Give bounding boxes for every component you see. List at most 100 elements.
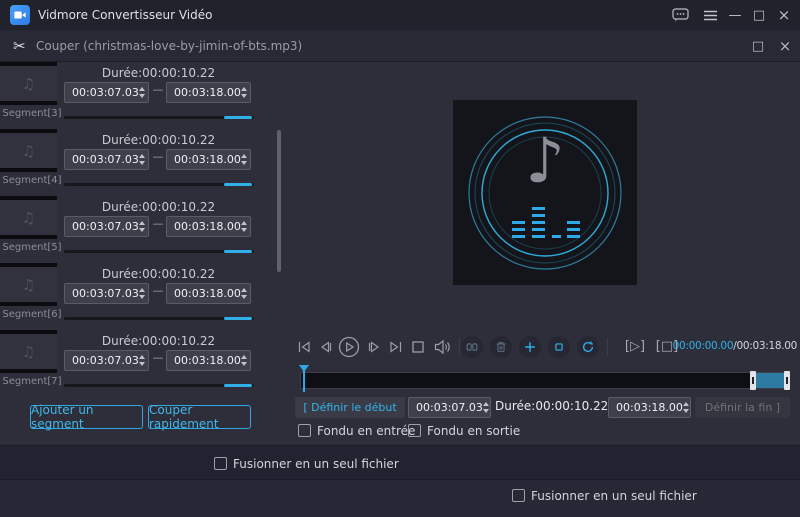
split-button[interactable] xyxy=(461,336,483,358)
spinner-icon[interactable] xyxy=(682,402,689,413)
equalizer-bar xyxy=(532,207,545,210)
range-dash: — xyxy=(152,284,164,297)
segment-end-input[interactable]: 00:03:18.00 xyxy=(166,283,251,304)
copy-segment-button[interactable] xyxy=(548,336,570,358)
quick-cut-button[interactable]: Couper rapidement xyxy=(148,403,251,431)
set-start-button[interactable]: [ Définir le début xyxy=(295,397,405,418)
spinner-icon[interactable] xyxy=(240,221,247,232)
segment-duration: Durée:00:00:10.22 xyxy=(101,133,216,147)
segment-label: Segment[7] xyxy=(2,376,62,387)
fade-in-checkbox[interactable] xyxy=(298,424,311,437)
segment-thumbnail[interactable]: ♫ xyxy=(0,129,57,172)
segment-row: ♫ Segment[7] Durée:00:00:10.22 00:03:07.… xyxy=(0,330,285,397)
segment-start-input[interactable]: 00:03:07.03 xyxy=(64,283,149,304)
add-segment-icon-button[interactable] xyxy=(519,336,541,358)
volume-icon[interactable] xyxy=(434,339,452,355)
spinner-icon[interactable] xyxy=(138,154,145,165)
spinner-icon[interactable] xyxy=(240,355,247,366)
total-time: /00:03:18.00 xyxy=(733,340,797,352)
play-segment-button[interactable]: [▷] xyxy=(622,338,648,356)
spinner-icon[interactable] xyxy=(138,355,145,366)
segment-end-input[interactable]: 00:03:18.00 xyxy=(166,350,251,371)
add-segment-button[interactable]: Ajouter un segment xyxy=(30,403,143,431)
trim-duration-label: Durée:00:00:10.22 xyxy=(495,399,609,413)
skip-start-icon[interactable] xyxy=(296,339,312,355)
segment-label: Segment[6] xyxy=(2,309,62,320)
trim-end-input[interactable]: 00:03:18.00 xyxy=(608,397,691,418)
skip-end-icon[interactable] xyxy=(388,339,404,355)
segment-duration: Durée:00:00:10.22 xyxy=(101,200,216,214)
segment-label: Segment[3] xyxy=(2,108,62,119)
timeline-track[interactable] xyxy=(300,372,790,389)
spinner-icon[interactable] xyxy=(240,288,247,299)
segment-start-input[interactable]: 00:03:07.03 xyxy=(64,350,149,371)
segment-thumbnail[interactable]: ♫ xyxy=(0,330,57,373)
segment-start-input[interactable]: 00:03:07.03 xyxy=(64,149,149,170)
equalizer-bar xyxy=(567,235,580,238)
range-dash: — xyxy=(152,83,164,96)
play-button[interactable] xyxy=(338,336,360,358)
menu-icon[interactable] xyxy=(698,0,722,30)
merge-checkbox[interactable] xyxy=(214,457,227,470)
segment-range-slider[interactable] xyxy=(64,250,254,253)
feedback-icon[interactable] xyxy=(668,0,692,30)
dialog-maximize-button[interactable]: □ xyxy=(746,30,770,62)
step-back-icon[interactable] xyxy=(318,339,334,355)
delete-segment-button[interactable] xyxy=(490,336,512,358)
music-note-icon: ♫ xyxy=(21,275,36,294)
segment-range-slider[interactable] xyxy=(64,183,254,186)
merge-label: Fusionner en un seul fichier xyxy=(233,457,399,471)
spinner-icon[interactable] xyxy=(240,154,247,165)
close-button[interactable]: × xyxy=(772,0,796,30)
equalizer-bar xyxy=(532,235,545,238)
set-end-button[interactable]: Définir la fin ] xyxy=(695,397,790,418)
audio-preview: ♪ xyxy=(453,100,637,285)
equalizer-bar xyxy=(512,235,525,238)
reset-button[interactable] xyxy=(577,336,599,358)
segment-thumbnail[interactable]: ♫ xyxy=(0,62,57,105)
segments-scrollbar[interactable] xyxy=(277,130,281,272)
spinner-icon[interactable] xyxy=(138,288,145,299)
fade-in-label: Fondu en entrée xyxy=(317,424,416,438)
divider xyxy=(607,338,608,356)
segment-range-slider[interactable] xyxy=(64,384,254,387)
range-dash: — xyxy=(152,351,164,364)
spinner-icon[interactable] xyxy=(482,402,489,413)
segment-range-slider[interactable] xyxy=(64,317,254,320)
maximize-button[interactable]: □ xyxy=(748,0,770,30)
segment-start-input[interactable]: 00:03:07.03 xyxy=(64,216,149,237)
footer-merge-checkbox[interactable] xyxy=(512,489,525,502)
spinner-icon[interactable] xyxy=(138,87,145,98)
selection-end-handle[interactable] xyxy=(784,371,790,390)
equalizer-bar xyxy=(567,221,580,224)
playhead-line[interactable] xyxy=(303,370,305,392)
timeline-selection[interactable] xyxy=(756,373,784,388)
segment-end-input[interactable]: 00:03:18.00 xyxy=(166,216,251,237)
music-note-icon: ♫ xyxy=(21,208,36,227)
title-bar: Vidmore Convertisseur Vidéo — □ × xyxy=(0,0,800,30)
dialog-close-button[interactable]: × xyxy=(773,30,797,62)
trim-start-input[interactable]: 00:03:07.03 xyxy=(408,397,491,418)
segment-start-input[interactable]: 00:03:07.03 xyxy=(64,82,149,103)
segment-thumbnail[interactable]: ♫ xyxy=(0,196,57,239)
step-forward-icon[interactable] xyxy=(366,339,382,355)
app-logo-icon xyxy=(10,5,30,25)
spinner-icon[interactable] xyxy=(138,221,145,232)
stop-icon[interactable] xyxy=(412,341,424,353)
range-dash: — xyxy=(152,150,164,163)
segment-thumbnail[interactable]: ♫ xyxy=(0,263,57,306)
segment-end-input[interactable]: 00:03:18.00 xyxy=(166,149,251,170)
segment-row: ♫ Segment[5] Durée:00:00:10.22 00:03:07.… xyxy=(0,196,285,263)
segment-range-slider[interactable] xyxy=(64,116,254,119)
segment-duration: Durée:00:00:10.22 xyxy=(101,66,216,80)
segment-row: ♫ Segment[3] Durée:00:00:10.22 00:03:07.… xyxy=(0,62,285,129)
minimize-button[interactable]: — xyxy=(724,0,746,30)
equalizer-bar xyxy=(552,235,561,238)
fade-out-checkbox[interactable] xyxy=(408,424,421,437)
current-time: 00:00:00.00 xyxy=(672,340,734,352)
spinner-icon[interactable] xyxy=(240,87,247,98)
footer-merge-label: Fusionner en un seul fichier xyxy=(531,489,697,503)
segment-end-input[interactable]: 00:03:18.00 xyxy=(166,82,251,103)
scissors-icon: ✂ xyxy=(13,37,26,55)
selection-start-handle[interactable] xyxy=(750,371,756,390)
